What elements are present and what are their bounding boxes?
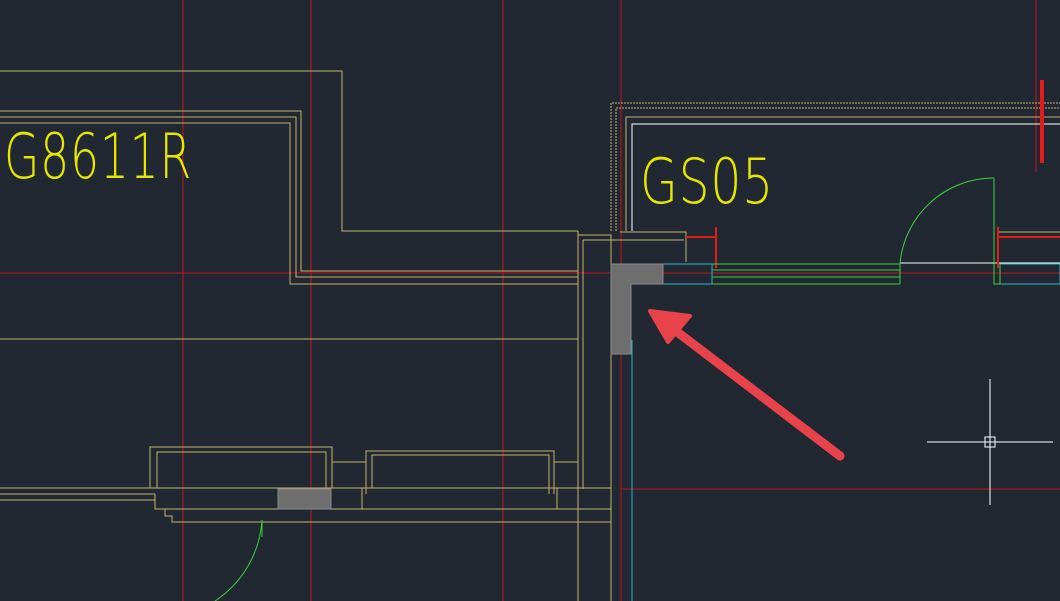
columns bbox=[277, 263, 664, 510]
bottom-column bbox=[277, 488, 332, 510]
room-label-gs05: GS05 bbox=[640, 145, 774, 218]
fixture-2 bbox=[332, 461, 367, 494]
glazing-left bbox=[662, 263, 713, 285]
room-label-g8611r: G8611R bbox=[4, 120, 192, 193]
floor-plan-drawing[interactable]: G8611R GS05 bbox=[0, 0, 1060, 601]
annotation-arrow bbox=[648, 309, 845, 461]
crosshair-cursor-icon bbox=[927, 379, 1053, 505]
wall-jamb-left bbox=[620, 231, 687, 262]
fixture-1-inner bbox=[156, 451, 327, 488]
glazing bbox=[631, 263, 1060, 601]
tick-left bbox=[686, 227, 717, 268]
glazing-right bbox=[999, 263, 1060, 285]
door-swing-bottom bbox=[214, 519, 263, 601]
tick-right bbox=[997, 227, 1060, 268]
fixture-1 bbox=[149, 446, 333, 488]
arrow-shaft bbox=[667, 323, 845, 461]
cad-drawing-canvas[interactable]: G8611R GS05 bbox=[0, 0, 1060, 601]
wall-bottom-4 bbox=[154, 494, 611, 510]
doors bbox=[214, 177, 1001, 601]
corner-column bbox=[610, 263, 664, 355]
grid-lines bbox=[0, 0, 1060, 601]
wall-bottom-5 bbox=[164, 509, 611, 523]
door-swing-top bbox=[899, 177, 995, 265]
